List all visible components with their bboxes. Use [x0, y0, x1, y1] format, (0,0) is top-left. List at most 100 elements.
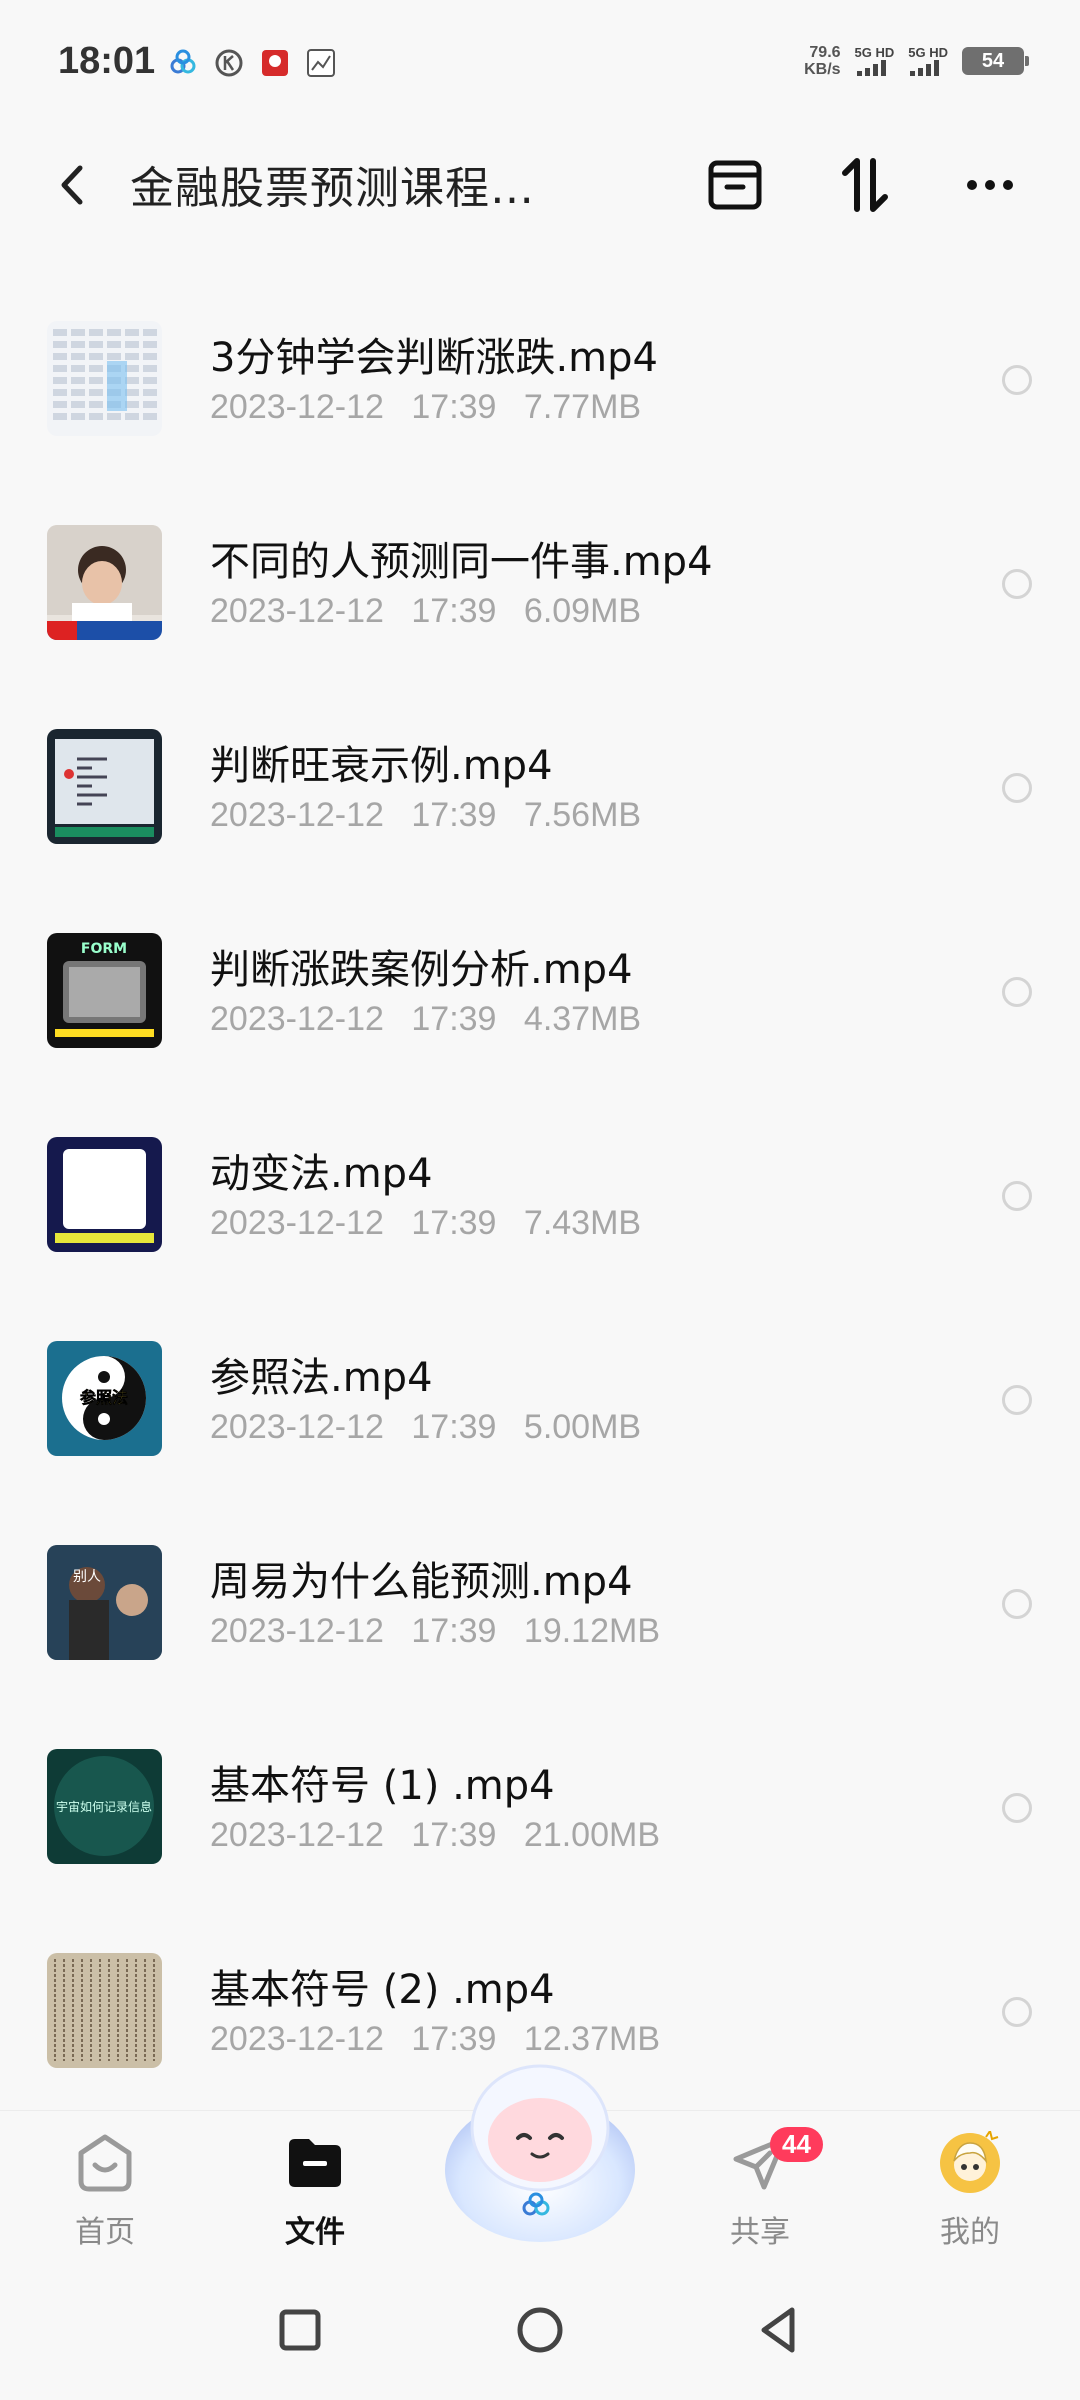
system-status: 79.6 KB/s 5G HD 5G HD 54 — [804, 44, 1029, 78]
file-item[interactable]: 动变法.mp4 2023-12-12 17:39 7.43MB — [0, 1101, 1080, 1305]
nav-share[interactable]: 44 共享 — [690, 2127, 830, 2261]
file-item[interactable]: 不同的人预测同一件事.mp4 2023-12-12 17:39 6.09MB — [0, 489, 1080, 693]
select-checkbox[interactable] — [1002, 1385, 1032, 1415]
file-name: 基本符号 (2) .mp4 — [210, 1967, 555, 2013]
file-meta: 2023-12-12 17:39 5.00MB — [210, 1408, 659, 1447]
file-name: 参照法.mp4 — [210, 1355, 433, 1401]
nav-share-label: 共享 — [730, 2215, 790, 2250]
recent-apps-icon[interactable] — [270, 2300, 330, 2360]
sort-header-clipped — [60, 230, 1030, 260]
back-system-icon[interactable] — [750, 2300, 810, 2360]
back-icon[interactable] — [48, 160, 98, 210]
file-size: 7.56MB — [523, 796, 642, 834]
nav-home[interactable]: 首页 — [35, 2131, 175, 2261]
tv-thumbnail-image: FORM — [47, 933, 162, 1048]
file-time: 17:39 — [411, 796, 497, 834]
file-size: 4.37MB — [523, 1000, 642, 1038]
file-item[interactable]: 别人 周易为什么能预测.mp4 2023-12-12 17:39 19.12MB — [0, 1509, 1080, 1713]
svg-text:FORM: FORM — [81, 941, 127, 957]
select-checkbox[interactable] — [1002, 569, 1032, 599]
select-checkbox[interactable] — [1002, 773, 1032, 803]
file-item[interactable]: 参照法 参照法.mp4 2023-12-12 17:39 5.00MB — [0, 1305, 1080, 1509]
k-circle-icon — [215, 49, 243, 77]
video-thumbnail: FORM — [47, 933, 162, 1048]
select-checkbox[interactable] — [1002, 1793, 1032, 1823]
sort-icon — [842, 158, 888, 212]
share-badge: 44 — [770, 2127, 823, 2162]
file-name: 3分钟学会判断涨跌.mp4 — [210, 335, 658, 381]
signal-2-label: 5G HD — [908, 45, 948, 60]
file-size: 5.00MB — [523, 1408, 642, 1446]
nav-home-label: 首页 — [75, 2215, 135, 2250]
signal-2: 5G HD — [908, 46, 948, 76]
file-size: 7.77MB — [523, 388, 642, 426]
video-thumbnail: 别人 — [47, 1545, 162, 1660]
video-thumbnail — [47, 729, 162, 844]
file-item[interactable]: 判断旺衰示例.mp4 2023-12-12 17:39 7.56MB — [0, 693, 1080, 897]
battery-icon: 54 — [962, 47, 1029, 75]
file-time: 17:39 — [411, 1408, 497, 1446]
chart-thumbnail-image — [47, 729, 162, 844]
file-date: 2023-12-12 — [210, 1816, 384, 1854]
yinyang-thumbnail-image: 参照法 — [47, 1341, 162, 1456]
page-title: 金融股票预测课程… — [130, 163, 535, 214]
app-red-icon — [262, 50, 288, 76]
file-date: 2023-12-12 — [210, 388, 384, 426]
select-checkbox[interactable] — [1002, 977, 1032, 1007]
file-time: 17:39 — [411, 592, 497, 630]
file-time: 17:39 — [411, 1000, 497, 1038]
nav-profile-label: 我的 — [940, 2215, 1000, 2250]
net-speed-unit: KB/s — [804, 61, 841, 78]
select-checkbox[interactable] — [1002, 1589, 1032, 1619]
sort-button[interactable] — [830, 150, 900, 220]
file-item[interactable]: 3分钟学会判断涨跌.mp4 2023-12-12 17:39 7.77MB — [0, 285, 1080, 489]
nav-profile[interactable]: 我的 — [900, 2131, 1040, 2261]
file-size: 19.12MB — [523, 1612, 661, 1650]
more-icon — [967, 180, 1013, 190]
video-thumbnail: 参照法 — [47, 1341, 162, 1456]
nav-files[interactable]: 文件 — [245, 2131, 385, 2261]
file-date: 2023-12-12 — [210, 1204, 384, 1242]
file-name: 动变法.mp4 — [210, 1151, 433, 1197]
file-meta: 2023-12-12 17:39 4.37MB — [210, 1000, 659, 1039]
file-date: 2023-12-12 — [210, 1408, 384, 1446]
select-checkbox[interactable] — [1002, 1997, 1032, 2027]
select-checkbox[interactable] — [1002, 365, 1032, 395]
wenxue-app-icon — [307, 49, 335, 77]
archive-button[interactable] — [700, 150, 770, 220]
select-checkbox[interactable] — [1002, 1181, 1032, 1211]
baidu-netdisk-icon — [170, 49, 196, 74]
file-date: 2023-12-12 — [210, 1000, 384, 1038]
folder-icon — [289, 2139, 341, 2187]
net-speed: 79.6 KB/s — [804, 44, 840, 78]
file-date: 2023-12-12 — [210, 796, 384, 834]
signal-1-label: 5G HD — [854, 45, 895, 60]
ai-assistant-mascot[interactable] — [430, 2040, 650, 2250]
file-name: 判断涨跌案例分析.mp4 — [210, 947, 633, 993]
person-thumbnail-image — [47, 525, 162, 640]
movie-thumbnail-image: 别人 — [47, 1545, 162, 1660]
signal-1: 5G HD — [854, 45, 895, 76]
video-thumbnail — [47, 321, 162, 436]
file-time: 17:39 — [411, 1816, 497, 1854]
title-bar: 金融股票预测课程… — [0, 130, 1080, 240]
file-name: 基本符号 (1) .mp4 — [210, 1763, 555, 1809]
signal-bars-icon — [856, 60, 886, 76]
file-item[interactable]: 宇宙如何记录信息 基本符号 (1) .mp4 2023-12-12 17:39 … — [0, 1713, 1080, 1917]
text-thumbnail-image — [47, 1953, 162, 2068]
svg-text:参照法: 参照法 — [80, 1388, 128, 1407]
file-meta: 2023-12-12 17:39 7.77MB — [210, 388, 659, 427]
file-name: 周易为什么能预测.mp4 — [210, 1559, 633, 1605]
file-name: 不同的人预测同一件事.mp4 — [210, 539, 713, 585]
video-thumbnail — [47, 1137, 162, 1252]
net-speed-value: 79.6 — [809, 44, 841, 61]
video-thumbnail — [47, 525, 162, 640]
archive-icon — [708, 160, 762, 210]
frame-thumbnail-image — [47, 1137, 162, 1252]
file-item[interactable]: FORM 判断涨跌案例分析.mp4 2023-12-12 17:39 4.37M… — [0, 897, 1080, 1101]
file-meta: 2023-12-12 17:39 21.00MB — [210, 1816, 678, 1855]
video-thumbnail — [47, 1953, 162, 2068]
file-size: 7.43MB — [523, 1204, 642, 1242]
more-button[interactable] — [955, 150, 1025, 220]
home-system-icon[interactable] — [510, 2300, 570, 2360]
